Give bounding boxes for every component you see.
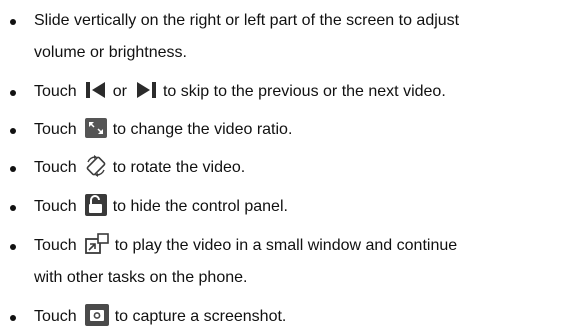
item-suffix: to capture a screenshot. [114,308,287,325]
item-prefix: Touch [34,121,77,138]
camera-icon [84,303,109,326]
item-suffix: to hide the control panel. [112,198,288,215]
instruction-list-document: Slide vertically on the right or left pa… [0,0,568,332]
unlock-icon [84,193,107,216]
rotate-icon [85,154,107,177]
bullet-icon [10,166,16,172]
picture-in-picture-icon [84,232,109,255]
bullet-icon [10,205,16,211]
item-prefix: Touch [34,83,77,100]
item-suffix: to change the video ratio. [112,121,293,138]
skip-previous-icon [85,81,107,99]
item-prefix: Touch [34,308,77,325]
item-suffix: to skip to the previous or the next vide… [162,83,446,100]
item-prefix: Touch [34,198,77,215]
item-suffix: to rotate the video. [112,159,246,176]
item-middle: or [112,83,127,100]
bullet-icon [10,128,16,134]
item-prefix: Touch [34,159,77,176]
item-text-line: with other tasks on the phone. [34,269,248,286]
bullet-icon [10,244,16,250]
item-suffix: to play the video in a small window and … [114,237,458,254]
bullet-icon [10,315,16,321]
item-prefix: Touch [34,237,77,254]
skip-next-icon [135,81,157,99]
bullet-icon [10,90,16,96]
aspect-ratio-icon [84,117,107,138]
bullet-icon [10,19,16,25]
item-text-line: volume or brightness. [34,44,187,61]
item-text-line: Slide vertically on the right or left pa… [34,12,460,29]
